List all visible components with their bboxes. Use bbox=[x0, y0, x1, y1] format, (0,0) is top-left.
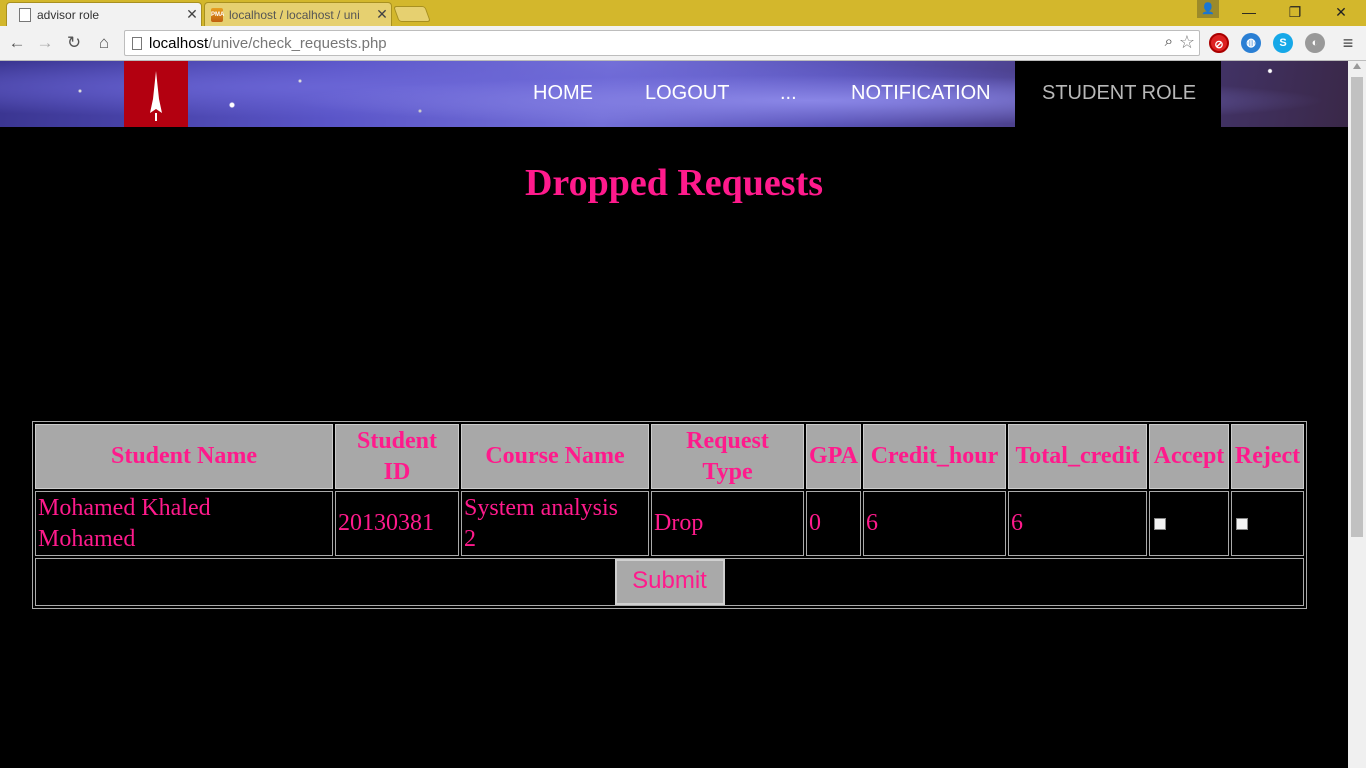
cell-total-credit: 6 bbox=[1008, 491, 1147, 556]
header-course-name: Course Name bbox=[461, 424, 649, 489]
student-name-line1: Mohamed Khaled bbox=[38, 494, 211, 521]
header-request-type-line1: Request bbox=[686, 427, 769, 454]
reload-icon[interactable]: ↻ bbox=[62, 32, 86, 54]
submit-button[interactable]: Submit bbox=[614, 559, 725, 605]
page-viewport: HOME LOGOUT ... NOTIFICATION STUDENT ROL… bbox=[0, 61, 1348, 768]
university-logo[interactable] bbox=[124, 61, 188, 127]
rocket-icon bbox=[150, 71, 162, 121]
no-www-extension-icon[interactable]: ⊘ bbox=[1209, 33, 1229, 53]
student-name-line2: Mohamed bbox=[38, 525, 136, 552]
cell-request-type: Drop bbox=[651, 491, 804, 556]
minimize-button[interactable]: — bbox=[1226, 0, 1272, 24]
page-icon bbox=[132, 37, 142, 50]
cell-accept bbox=[1149, 491, 1229, 556]
url-text[interactable]: localhost/unive/check_requests.php bbox=[149, 35, 387, 52]
header-student-id: Student ID bbox=[335, 424, 459, 489]
close-tab-icon[interactable]: ✕ bbox=[373, 6, 391, 23]
header-banner: HOME LOGOUT ... NOTIFICATION STUDENT ROL… bbox=[0, 61, 1348, 127]
header-gpa: GPA bbox=[806, 424, 861, 489]
course-name-line1: System analysis bbox=[464, 494, 618, 521]
header-student-name: Student Name bbox=[35, 424, 333, 489]
nav-logout-link[interactable]: LOGOUT bbox=[645, 82, 729, 105]
cell-credit-hour: 6 bbox=[863, 491, 1006, 556]
tab-title: localhost / localhost / uni bbox=[229, 7, 360, 22]
chrome-menu-icon[interactable]: ≡ bbox=[1338, 31, 1358, 55]
url-path: /unive/check_requests.php bbox=[208, 35, 387, 52]
header-request-type-line2: Type bbox=[702, 458, 753, 485]
forward-icon[interactable]: → bbox=[33, 32, 57, 54]
bookmark-star-icon[interactable]: ☆ bbox=[1179, 32, 1195, 53]
cell-reject bbox=[1231, 491, 1304, 556]
restore-button[interactable]: ❐ bbox=[1272, 0, 1318, 24]
scrollbar-thumb[interactable] bbox=[1351, 77, 1363, 537]
close-window-button[interactable]: ✕ bbox=[1318, 0, 1364, 24]
nav-notification-link[interactable]: NOTIFICATION bbox=[851, 82, 991, 105]
tab-advisor-role[interactable]: advisor role ✕ bbox=[6, 2, 202, 26]
header-accept: Accept bbox=[1149, 424, 1229, 489]
header-reject: Reject bbox=[1231, 424, 1304, 489]
close-tab-icon[interactable]: ✕ bbox=[183, 6, 201, 23]
submit-cell: Submit bbox=[35, 558, 1304, 606]
cell-gpa: 0 bbox=[806, 491, 861, 556]
tab-phpmyadmin[interactable]: PMA localhost / localhost / uni ✕ bbox=[204, 2, 392, 26]
tab-title: advisor role bbox=[37, 7, 100, 22]
cloud-extension-icon[interactable]: ◐ bbox=[1305, 33, 1325, 53]
back-icon[interactable]: ← bbox=[5, 32, 29, 54]
vertical-scrollbar[interactable] bbox=[1348, 61, 1366, 768]
browser-toolbar: ← → ↻ ⌂ localhost/unive/check_requests.p… bbox=[0, 26, 1366, 61]
nav-student-role-link[interactable]: STUDENT ROLE bbox=[1015, 61, 1221, 127]
cell-student-id: 20130381 bbox=[335, 491, 459, 556]
reject-checkbox[interactable] bbox=[1236, 518, 1248, 531]
document-icon bbox=[19, 7, 31, 22]
header-student-id-line2: ID bbox=[383, 458, 411, 485]
requests-table: Student Name Student ID Course Name Reque… bbox=[32, 421, 1307, 609]
nav-more-link[interactable]: ... bbox=[780, 82, 797, 105]
course-name-line2: 2 bbox=[464, 525, 476, 552]
submit-row: Submit bbox=[35, 558, 1304, 606]
browser-titlebar: advisor role ✕ PMA localhost / localhost… bbox=[0, 0, 1366, 26]
zoom-icon[interactable]: ⌕ bbox=[1165, 33, 1173, 50]
scroll-up-arrow-icon[interactable] bbox=[1353, 63, 1361, 69]
address-bar[interactable]: localhost/unive/check_requests.php ⌕ ☆ bbox=[124, 30, 1200, 56]
header-total-credit: Total_credit bbox=[1008, 424, 1147, 489]
accept-checkbox[interactable] bbox=[1154, 518, 1166, 531]
table-header-row: Student Name Student ID Course Name Reque… bbox=[35, 424, 1304, 489]
url-host: localhost bbox=[149, 35, 209, 52]
skype-icon[interactable]: S bbox=[1273, 33, 1293, 53]
cell-student-name: Mohamed Khaled Mohamed bbox=[35, 491, 333, 556]
header-request-type: Request Type bbox=[651, 424, 804, 489]
page-title: Dropped Requests bbox=[524, 162, 824, 204]
table-row: Mohamed Khaled Mohamed 20130381 System an… bbox=[35, 491, 1304, 556]
globe-extension-icon[interactable]: ◍ bbox=[1241, 33, 1261, 53]
profile-icon[interactable]: 👤 bbox=[1197, 0, 1219, 18]
cell-course-name: System analysis 2 bbox=[461, 491, 649, 556]
home-icon[interactable]: ⌂ bbox=[92, 32, 116, 54]
new-tab-button[interactable] bbox=[393, 6, 431, 22]
nav-home-link[interactable]: HOME bbox=[533, 82, 593, 105]
header-credit-hour: Credit_hour bbox=[863, 424, 1006, 489]
nav-student-role-label: STUDENT ROLE bbox=[1042, 82, 1197, 104]
phpmyadmin-icon: PMA bbox=[211, 7, 224, 22]
header-student-id-line1: Student bbox=[356, 427, 438, 454]
